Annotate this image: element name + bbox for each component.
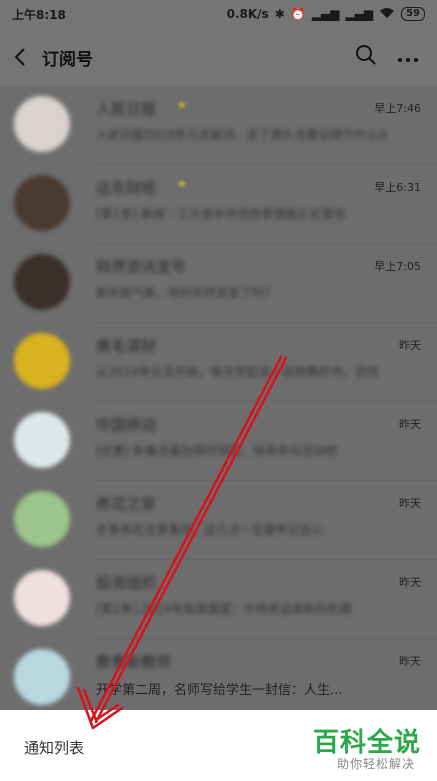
message-preview: 人民日报2019年元旦献词，走了再久也要记得为什么出发	[96, 128, 387, 142]
message-preview: 冬季养花注意事项，这几点一定要牢记在心	[96, 523, 325, 537]
page-title: 订阅号	[42, 49, 93, 70]
message-preview: [优惠] 新春流量包限时领取，快来参与活动吧	[96, 444, 338, 458]
account-name: 黄毛读财	[96, 337, 157, 355]
list-item[interactable]: 投资组织 昨天 [第1条] 2019年投资展望：市场将迎来新的机遇	[0, 560, 437, 639]
timestamp: 早上7:46	[374, 102, 421, 115]
timestamp: 昨天	[399, 418, 421, 431]
bluetooth-icon: ✱	[274, 7, 285, 21]
list-item[interactable]: 教育新教师 昨天 开学第二周，名师写给学生一封信：人生...	[0, 639, 437, 718]
subscription-list: 人民日报 ★ 早上7:46 人民日报2019年元旦献词，走了再久也要记得为什么出…	[0, 86, 437, 710]
network-speed: 0.8K/s	[226, 7, 269, 21]
more-button[interactable]	[397, 48, 419, 67]
battery-indicator: 59	[401, 7, 425, 21]
timestamp: 早上7:05	[374, 260, 421, 273]
timestamp: 昨天	[399, 339, 421, 352]
avatar	[14, 96, 70, 152]
list-item[interactable]: 财界资讯宝号 早上7:05 新年新气象，你的年终奖发了吗？	[0, 244, 437, 323]
bottom-bar: 通知列表 百科全说 助你轻松解决	[0, 710, 437, 781]
account-name: 教育新教师	[96, 653, 172, 671]
alarm-icon: ⏰	[290, 7, 306, 21]
signal-icon: ▂▄▆	[311, 7, 340, 21]
search-button[interactable]	[355, 44, 377, 70]
timestamp: 早上6:31	[374, 181, 421, 194]
avatar	[14, 491, 70, 547]
message-preview: 开学第二周，名师写给学生一封信：人生...	[96, 683, 343, 698]
account-name: 人民日报	[96, 100, 157, 118]
status-icons: 0.8K/s ✱ ⏰ ▂▄▆ ▂▄▆ 59	[227, 7, 425, 22]
star-icon: ★	[176, 177, 188, 192]
avatar	[14, 254, 70, 310]
avatar	[14, 412, 70, 468]
list-item[interactable]: 黄毛读财 昨天 从2019年元旦开始，每天早起读一段经典好书，坚持	[0, 323, 437, 402]
brand-logo-title: 百科全说	[312, 728, 421, 758]
list-item[interactable]: 中国移动 昨天 [优惠] 新春流量包限时领取，快来参与活动吧	[0, 402, 437, 481]
account-name: 远东财经	[96, 179, 157, 197]
status-bar: 上午8:18 0.8K/s ✱ ⏰ ▂▄▆ ▂▄▆ 59	[0, 0, 437, 28]
timestamp: 昨天	[399, 497, 421, 510]
wifi-icon	[379, 7, 395, 22]
message-preview: [第1条] 2019年投资展望：市场将迎来新的机遇	[96, 602, 352, 616]
avatar	[14, 649, 70, 705]
message-preview: 新年新气象，你的年终奖发了吗？	[96, 286, 277, 300]
chevron-left-icon	[14, 48, 25, 66]
list-item[interactable]: 远东财经 ★ 早上6:31 [第1条] 新闻｜三大资本市场改革措施正式落地	[0, 165, 437, 244]
timestamp: 昨天	[399, 655, 421, 668]
more-icon	[398, 57, 418, 62]
avatar	[14, 570, 70, 626]
message-preview: [第1条] 新闻｜三大资本市场改革措施正式落地	[96, 207, 345, 221]
timestamp: 昨天	[399, 576, 421, 589]
signal-icon-2: ▂▄▆	[345, 7, 374, 21]
list-item[interactable]: 人民日报 ★ 早上7:46 人民日报2019年元旦献词，走了再久也要记得为什么出…	[0, 86, 437, 165]
account-name: 中国移动	[96, 416, 157, 434]
list-item[interactable]: 养花之家 昨天 冬季养花注意事项，这几点一定要牢记在心	[0, 481, 437, 560]
notification-list-link[interactable]: 通知列表	[24, 737, 84, 758]
account-name: 养花之家	[96, 495, 157, 513]
back-button[interactable]	[0, 28, 40, 86]
status-time: 上午8:18	[12, 7, 66, 22]
avatar	[14, 333, 70, 389]
search-icon	[356, 45, 376, 65]
brand-logo-subtitle: 助你轻松解决	[336, 757, 415, 771]
title-bar: 订阅号	[0, 28, 437, 86]
avatar	[14, 175, 70, 231]
account-name: 财界资讯宝号	[96, 258, 187, 276]
star-icon: ★	[176, 98, 188, 113]
message-preview: 从2019年元旦开始，每天早起读一段经典好书，坚持	[96, 365, 379, 379]
account-name: 投资组织	[96, 574, 157, 592]
